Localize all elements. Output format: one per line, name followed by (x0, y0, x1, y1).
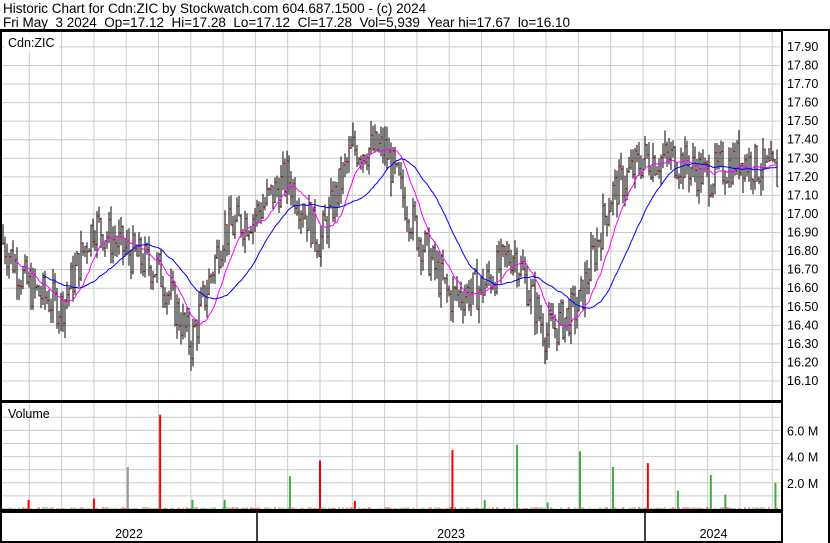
volume-spike (159, 414, 162, 509)
volume-spike (288, 476, 291, 509)
volume-spike (709, 474, 712, 509)
volume-spike (611, 467, 614, 509)
volume-spike (579, 451, 582, 509)
volume-spike (223, 499, 226, 509)
volume-spike (27, 499, 30, 509)
volume-spike (676, 490, 679, 509)
price-tick-label: 17.90 (787, 40, 818, 54)
volume-spike (126, 467, 129, 509)
price-tick-label: 17.30 (787, 151, 818, 165)
volume-spike (191, 499, 194, 509)
frame (0, 29, 830, 543)
symbol-label: Cdn:ZIC (8, 36, 55, 50)
volume-spike (546, 502, 549, 509)
volume-tick-label: 6.0 M (787, 424, 818, 438)
price-tick-label: 16.60 (787, 281, 818, 295)
volume-spike (774, 482, 777, 509)
price-tick-label: 17.00 (787, 207, 818, 221)
price-tick-label: 16.30 (787, 337, 818, 351)
volume-tick-label: 4.0 M (787, 451, 818, 465)
price-tick-label: 17.40 (787, 133, 818, 147)
price-tick-label: 17.10 (787, 188, 818, 202)
date-axis: 2022 2023 2024 (115, 512, 727, 542)
price-tick-label: 17.60 (787, 96, 818, 110)
grid (2, 32, 782, 509)
volume-spike (646, 463, 649, 509)
volume-axis: 6.0 M 4.0 M 2.0 M (787, 424, 818, 490)
price-tick-label: 17.80 (787, 58, 818, 72)
volume-spike (451, 450, 454, 509)
price-axis: 17.90 17.80 17.70 17.60 17.50 17.40 17.30 17.20… (787, 40, 818, 388)
chart-canvas: Cdn:ZIC Volume 17.90 17.80 17.70 17.60 17.50… (0, 29, 830, 543)
volume-spike (92, 498, 95, 509)
volume-label: Volume (8, 407, 50, 421)
price-tick-label: 16.20 (787, 355, 818, 369)
price-tick-label: 17.20 (787, 170, 818, 184)
stock-chart: Historic Chart for Cdn:ZIC by Stockwatch… (0, 0, 830, 543)
volume-spike (516, 444, 519, 509)
price-tick-label: 16.80 (787, 244, 818, 258)
price-tick-label: 16.10 (787, 374, 818, 388)
year-label: 2022 (115, 527, 143, 541)
volume-spike (724, 494, 727, 509)
price-tick-label: 16.70 (787, 263, 818, 277)
volume-spike (353, 501, 356, 509)
year-label: 2023 (437, 527, 465, 541)
price-tick-label: 16.90 (787, 226, 818, 240)
price-tick-label: 16.40 (787, 318, 818, 332)
price-tick-label: 17.50 (787, 114, 818, 128)
volume-spike (483, 499, 486, 509)
price-tick-label: 16.50 (787, 300, 818, 314)
year-label: 2024 (700, 527, 728, 541)
volume-bars (2, 414, 778, 509)
price-tick-label: 17.70 (787, 77, 818, 91)
volume-tick-label: 2.0 M (787, 477, 818, 491)
volume-spike (319, 460, 321, 509)
